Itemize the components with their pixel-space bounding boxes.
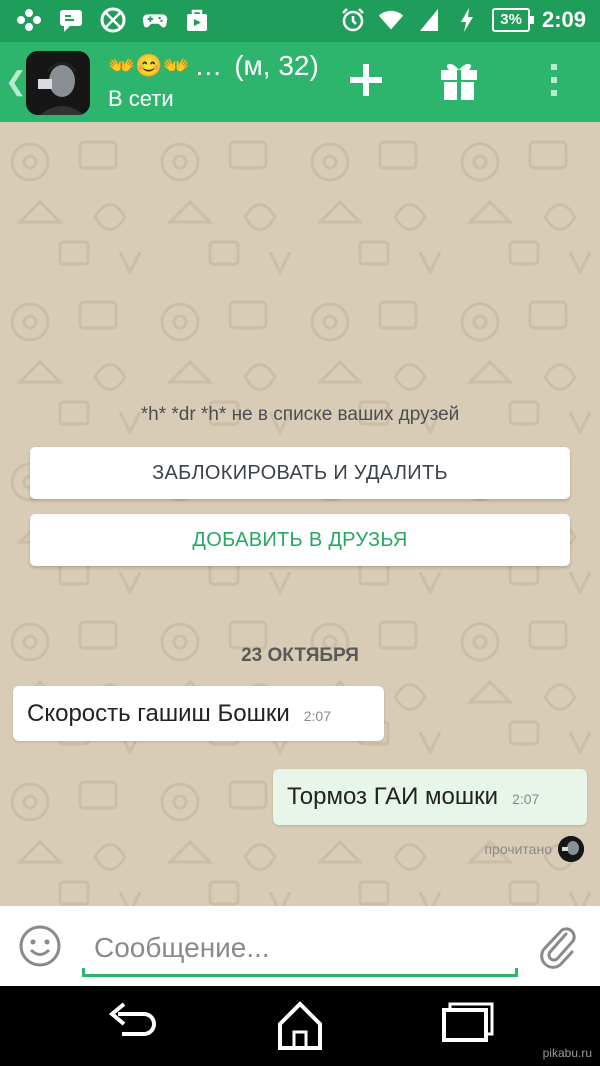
input-underline — [82, 968, 518, 977]
gift-icon — [437, 58, 481, 107]
wifi-icon — [378, 7, 404, 33]
watermark: pikabu.ru — [542, 1046, 592, 1060]
system-nav-bar: pikabu.ru — [0, 986, 600, 1066]
message-outgoing[interactable]: Тормоз ГАИ мошки 2:07 — [273, 769, 587, 825]
back-icon — [104, 1002, 164, 1060]
status-bar: 3% 2:09 — [0, 0, 600, 42]
contact-age: (м, 32) — [234, 50, 319, 81]
message-text: Скорость гашиш Бошки — [27, 700, 290, 727]
signal-icon — [416, 7, 442, 33]
basketball-icon — [100, 7, 126, 33]
smiley-icon[interactable] — [18, 924, 62, 968]
message-input[interactable] — [82, 920, 518, 976]
read-receipt-label: прочитано — [484, 841, 552, 857]
paperclip-icon[interactable] — [536, 924, 582, 970]
battery-indicator: 3% — [492, 8, 534, 32]
more-button[interactable] — [526, 54, 582, 110]
name-emoji: 👐😊👐 — [108, 53, 191, 78]
contact-name[interactable]: 👐😊👐 … (м, 32) — [108, 50, 319, 82]
add-icon — [348, 62, 384, 103]
name-ellipsis: … — [194, 50, 223, 81]
nav-back-button[interactable] — [104, 996, 164, 1056]
message-text: Тормоз ГАИ мошки — [287, 783, 499, 810]
read-receipt: прочитано — [484, 836, 584, 862]
clock: 2:09 — [541, 7, 586, 32]
video-store-icon — [184, 7, 210, 33]
nav-recents-button[interactable] — [436, 996, 496, 1056]
chat-bubble-icon — [58, 7, 84, 33]
message-time: 2:07 — [512, 791, 540, 807]
online-status: В сети — [108, 86, 174, 111]
recents-icon — [436, 1002, 496, 1060]
add-button[interactable] — [338, 54, 394, 110]
gamepad-icon — [16, 7, 42, 33]
alarm-icon — [340, 7, 366, 33]
chat-area[interactable]: *h* *dr *h* не в списке ваших друзей ЗАБ… — [0, 122, 600, 906]
date-separator: 23 ОКТЯБРЯ — [241, 645, 359, 666]
charging-icon — [454, 7, 480, 33]
more-icon — [549, 62, 559, 103]
block-and-delete-button[interactable]: ЗАБЛОКИРОВАТЬ И УДАЛИТЬ — [30, 447, 570, 499]
chat-header: ❮ 👐😊👐 … (м, 32) В сети — [0, 42, 600, 122]
chevron-left-icon[interactable]: ❮ — [5, 66, 27, 97]
avatar[interactable] — [26, 51, 90, 115]
add-friend-button[interactable]: ДОБАВИТЬ В ДРУЗЬЯ — [30, 514, 570, 566]
gift-button[interactable] — [431, 54, 487, 110]
game-controller-icon — [142, 7, 168, 33]
message-incoming[interactable]: Скорость гашиш Бошки 2:07 — [13, 686, 384, 741]
nav-home-button[interactable] — [270, 996, 330, 1056]
message-composer — [0, 906, 600, 986]
not-friend-notice: *h* *dr *h* не в списке ваших друзей — [140, 404, 460, 425]
message-time: 2:07 — [303, 708, 331, 724]
reader-avatar — [558, 836, 584, 862]
home-icon — [270, 1001, 330, 1060]
